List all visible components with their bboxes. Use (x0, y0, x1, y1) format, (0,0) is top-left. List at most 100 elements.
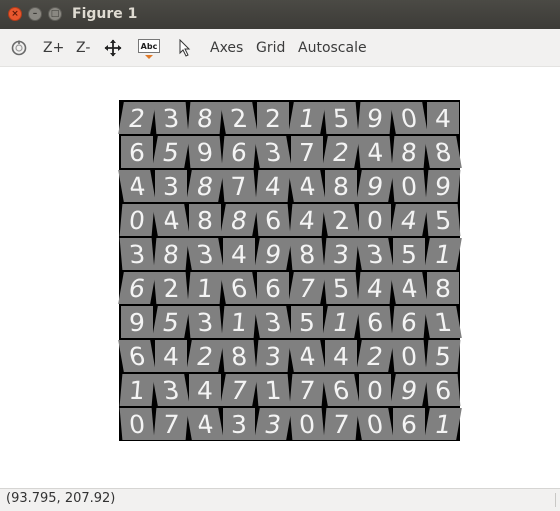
digit-cell: 4 (155, 340, 187, 372)
digit-cell: 4 (289, 204, 325, 236)
home-icon (11, 40, 27, 55)
digit-cell: 5 (425, 340, 461, 372)
zoom-out-button[interactable]: Z- (76, 29, 90, 66)
digit-cell: 8 (325, 170, 357, 202)
grid-button[interactable]: Grid (256, 29, 285, 66)
digit-cell: 9 (254, 238, 292, 270)
digit-cell: 1 (288, 102, 326, 134)
digit-cell: 8 (424, 136, 462, 168)
digit-cell: 4 (255, 170, 291, 202)
digit-cell: 4 (186, 408, 224, 440)
digit-cell: 1 (221, 306, 257, 338)
digit-cell: 0 (391, 340, 427, 372)
digit-cell: 9 (390, 374, 428, 406)
digit-cell: 8 (153, 238, 189, 270)
window-title: Figure 1 (72, 6, 138, 22)
digit-cell: 2 (322, 136, 360, 168)
digit-cell: 6 (425, 374, 461, 406)
digit-cell: 1 (119, 374, 155, 406)
digit-cell: 3 (254, 408, 292, 440)
digit-cell: 7 (289, 374, 325, 406)
digit-cell: 7 (220, 374, 258, 406)
minimize-window-button[interactable]: – (28, 7, 42, 21)
digit-cell: 3 (254, 136, 292, 168)
digit-cell: 4 (118, 170, 156, 202)
digit-cell: 0 (119, 408, 155, 440)
digit-cell: 0 (289, 408, 325, 440)
digit-cell: 4 (390, 272, 428, 304)
digit-cell: 3 (254, 306, 292, 338)
digit-cell: 3 (323, 238, 359, 270)
digit-cell: 3 (153, 102, 189, 134)
digit-cell: 6 (118, 272, 156, 304)
home-button[interactable] (10, 29, 28, 66)
autoscale-button[interactable]: Autoscale (298, 29, 367, 66)
digit-image-grid: 2382215904659637248843874489090488642045… (118, 100, 462, 441)
digit-cell: 4 (288, 340, 326, 372)
digit-cell: 6 (257, 272, 289, 304)
insert-text-icon: Abc (138, 38, 160, 53)
insert-text-button[interactable]: Abc (138, 29, 160, 66)
digit-cell: 8 (427, 272, 459, 304)
digit-cell: 0 (119, 204, 155, 236)
digit-cell: 6 (255, 204, 291, 236)
digit-cell: 6 (391, 306, 427, 338)
digit-cell: 4 (325, 340, 357, 372)
digit-cell: 3 (223, 408, 255, 440)
digit-cell: 6 (322, 374, 360, 406)
digit-cell: 8 (187, 102, 223, 134)
digit-cell: 9 (357, 102, 393, 134)
digit-cell: 4 (189, 374, 221, 406)
digit-cell: 5 (323, 272, 359, 304)
pan-icon (104, 39, 122, 56)
pointer-button[interactable] (178, 29, 192, 66)
digit-cell: 5 (291, 306, 323, 338)
digit-cell: 8 (221, 340, 257, 372)
digit-cell: 4 (152, 204, 190, 236)
digit-cell: 2 (356, 340, 394, 372)
digit-cell: 3 (356, 238, 394, 270)
digit-cell: 5 (425, 204, 461, 236)
digit-cell: 7 (323, 408, 359, 440)
digit-cell: 1 (255, 374, 291, 406)
digit-cell: 1 (322, 306, 360, 338)
digit-cell: 8 (189, 204, 221, 236)
title-bar: × – □ Figure 1 (0, 0, 560, 29)
digit-cell: 2 (257, 102, 289, 134)
maximize-window-button[interactable]: □ (48, 7, 62, 21)
digit-cell: 3 (255, 340, 291, 372)
digit-cell: 4 (390, 204, 428, 236)
status-bar: (93.795, 207.92) (0, 488, 560, 511)
digit-cell: 0 (359, 374, 391, 406)
maximize-icon: □ (50, 8, 60, 19)
digit-cell: 5 (323, 102, 359, 134)
digit-cell: 9 (425, 170, 461, 202)
resize-grip[interactable] (547, 493, 556, 507)
digit-cell: 8 (186, 170, 224, 202)
digit-cell: 4 (427, 102, 459, 134)
digit-cell: 2 (153, 272, 189, 304)
digit-cell: 9 (121, 306, 153, 338)
zoom-in-button[interactable]: Z+ (43, 29, 64, 66)
digit-cell: 7 (288, 272, 326, 304)
digit-cell: 0 (391, 170, 427, 202)
pan-button[interactable] (104, 29, 122, 66)
digit-cell: 4 (288, 170, 326, 202)
digit-cell: 6 (220, 272, 258, 304)
digit-cell: 1 (424, 238, 462, 270)
digit-cell: 5 (393, 238, 425, 270)
digit-cell: 3 (186, 238, 224, 270)
digit-cell: 6 (121, 136, 153, 168)
pointer-icon (179, 38, 191, 57)
digit-cell: 6 (221, 136, 257, 168)
digit-cell: 3 (152, 374, 190, 406)
axes-button[interactable]: Axes (210, 29, 243, 66)
digit-cell: 6 (393, 408, 425, 440)
close-icon: × (11, 8, 19, 19)
digit-cell: 4 (357, 272, 393, 304)
digit-cell: 5 (152, 306, 190, 338)
digit-cell: 7 (153, 408, 189, 440)
digit-cell: 0 (390, 102, 428, 134)
close-window-button[interactable]: × (8, 7, 22, 21)
digit-cell: 5 (152, 136, 190, 168)
